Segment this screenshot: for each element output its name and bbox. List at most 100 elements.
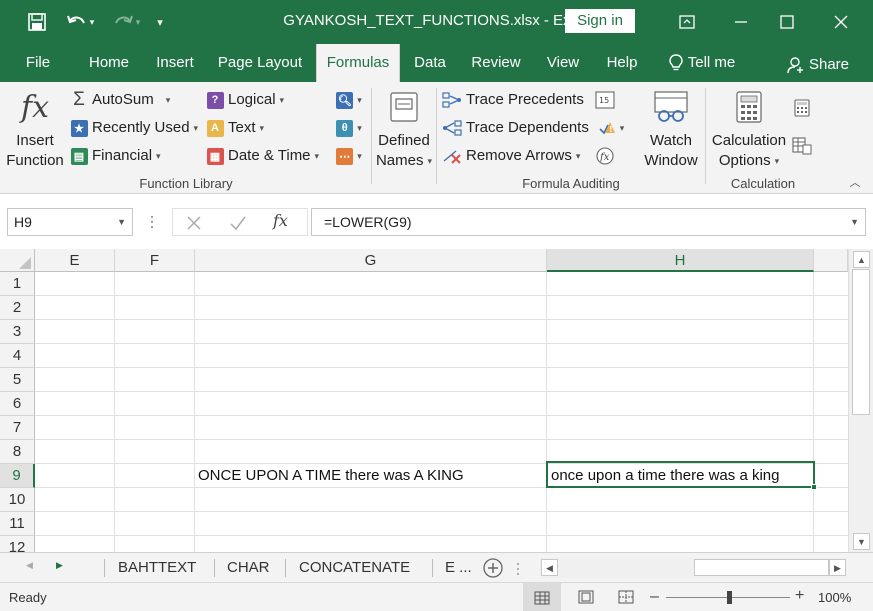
select-all-corner[interactable]	[0, 249, 35, 272]
sheet-tab-bahttext[interactable]: BAHTTEXT	[118, 556, 196, 580]
row-header-7[interactable]: 7	[0, 416, 35, 440]
minimize-icon[interactable]	[718, 0, 764, 44]
cell-g9[interactable]: ONCE UPON A TIME there was A KING	[198, 464, 464, 488]
vertical-scroll-thumb[interactable]	[852, 269, 870, 415]
scroll-down-icon[interactable]: ▼	[853, 533, 870, 550]
page-break-preview-icon[interactable]	[618, 590, 634, 604]
previous-sheet-icon[interactable]: ◀	[26, 560, 33, 571]
tab-review[interactable]: Review	[464, 44, 528, 82]
scroll-right-icon[interactable]: ▶	[829, 559, 846, 576]
row-header-6[interactable]: 6	[0, 392, 35, 416]
column-header-i[interactable]	[814, 249, 848, 272]
insert-function-fx-icon[interactable]: fx	[273, 211, 299, 233]
undo-icon[interactable]: ▾	[60, 9, 100, 35]
row-header-9[interactable]: 9	[0, 464, 35, 488]
financial-button[interactable]: ▤ Financial ▾	[70, 146, 180, 168]
trace-dependents-label: Trace Dependents	[466, 119, 589, 136]
horizontal-scroll-thumb[interactable]	[694, 559, 829, 576]
date-time-button[interactable]: ▦ Date & Time ▾	[206, 146, 326, 168]
insert-function-label-2: Function	[6, 152, 64, 169]
tab-view[interactable]: View	[538, 44, 588, 82]
column-header-g[interactable]: G	[195, 249, 547, 272]
gridline	[35, 391, 848, 392]
sheet-tab-concatenate[interactable]: CONCATENATE	[299, 556, 410, 580]
evaluate-formula-icon[interactable]: fx	[594, 146, 616, 166]
formula-input[interactable]: =LOWER(G9) ▼	[311, 208, 866, 236]
tab-help[interactable]: Help	[598, 44, 646, 82]
autosum-button[interactable]: Σ AutoSum ▾	[70, 89, 180, 112]
trace-dependents-button[interactable]: Trace Dependents	[442, 118, 592, 140]
trace-precedents-label: Trace Precedents	[466, 91, 584, 108]
vertical-scrollbar[interactable]: ▲ ▼	[848, 249, 873, 552]
share-button[interactable]: Share	[784, 46, 852, 84]
tab-page-layout[interactable]: Page Layout	[212, 44, 308, 82]
row-header-12[interactable]: 12	[0, 536, 35, 552]
tab-home[interactable]: Home	[80, 44, 138, 82]
new-sheet-icon[interactable]	[482, 557, 504, 579]
zoom-out-icon[interactable]: –	[650, 588, 659, 606]
zoom-in-icon[interactable]: +	[795, 587, 804, 605]
text-functions-button[interactable]: A Text ▾	[206, 118, 286, 140]
enter-checkmark-icon[interactable]	[229, 214, 247, 232]
error-checking-icon[interactable]: ! ▾	[594, 118, 628, 138]
column-header-h[interactable]: H	[547, 249, 814, 272]
normal-view-icon[interactable]	[523, 583, 561, 611]
trace-precedents-button[interactable]: Trace Precedents	[442, 90, 592, 112]
watch-window-button[interactable]: Watch Window	[640, 86, 702, 170]
expand-formula-bar-icon[interactable]: ▼	[850, 209, 859, 235]
formula-bar-grip-icon[interactable]	[150, 213, 154, 231]
insert-function-button[interactable]: fx Insert Function	[4, 86, 66, 170]
tab-insert[interactable]: Insert	[148, 44, 202, 82]
horizontal-scrollbar[interactable]: ◀ ▶	[540, 558, 847, 578]
tab-file[interactable]: File	[12, 44, 64, 82]
row-header-5[interactable]: 5	[0, 368, 35, 392]
close-icon[interactable]	[818, 0, 864, 44]
row-header-11[interactable]: 11	[0, 512, 35, 536]
next-sheet-icon[interactable]: ▶	[56, 560, 63, 571]
tell-me-box[interactable]: Tell me	[660, 44, 744, 82]
calculate-now-icon[interactable]	[792, 98, 812, 118]
column-header-f[interactable]: F	[115, 249, 195, 272]
row-header-4[interactable]: 4	[0, 344, 35, 368]
scroll-left-icon[interactable]: ◀	[541, 559, 558, 576]
tab-split-grip-icon[interactable]	[516, 561, 520, 577]
tab-formulas[interactable]: Formulas	[316, 44, 400, 82]
remove-arrows-button[interactable]: Remove Arrows ▾	[442, 146, 592, 168]
zoom-slider-thumb[interactable]	[727, 591, 732, 604]
ribbon-display-options-icon[interactable]	[664, 0, 710, 44]
sheet-tab-char[interactable]: CHAR	[227, 556, 270, 580]
row-header-2[interactable]: 2	[0, 296, 35, 320]
defined-names-button[interactable]: Defined Names ▾	[374, 86, 434, 170]
name-box[interactable]: H9 ▼	[7, 208, 133, 236]
active-cell-border	[546, 461, 817, 490]
sheet-tab-more[interactable]: E ...	[445, 556, 472, 580]
tab-data[interactable]: Data	[406, 44, 454, 82]
calculation-options-button[interactable]: Calculation Options ▾	[708, 86, 790, 170]
show-formulas-icon[interactable]: 15	[594, 90, 616, 110]
math-trig-icon[interactable]: θ ▾	[334, 118, 364, 138]
customize-toolbar-icon[interactable]: ▾	[150, 9, 170, 35]
zoom-level[interactable]: 100%	[818, 590, 851, 605]
row-header-10[interactable]: 10	[0, 488, 35, 512]
row-header-8[interactable]: 8	[0, 440, 35, 464]
fill-handle[interactable]	[811, 484, 817, 490]
collapse-ribbon-icon[interactable]: ︿	[846, 174, 864, 190]
row-header-1[interactable]: 1	[0, 272, 35, 296]
redo-icon[interactable]: ▾	[106, 9, 146, 35]
more-functions-icon[interactable]: ⋯ ▾	[334, 146, 364, 166]
calculate-sheet-icon[interactable]	[792, 136, 812, 156]
ribbon-separator	[436, 88, 437, 184]
recently-used-button[interactable]: ★ Recently Used ▾	[70, 118, 198, 140]
worksheet-grid[interactable]: E F G H 1 2 3 4 5 6 7 8 9 10 11 12 ONCE …	[0, 249, 848, 552]
save-icon[interactable]	[24, 9, 50, 35]
scroll-up-icon[interactable]: ▲	[853, 251, 870, 268]
column-header-e[interactable]: E	[35, 249, 115, 272]
window-title: GYANKOSH_TEXT_FUNCTIONS.xlsx - Excel	[283, 12, 590, 29]
row-header-3[interactable]: 3	[0, 320, 35, 344]
lookup-reference-icon[interactable]: 🔍︎ ▾	[334, 90, 364, 110]
page-layout-view-icon[interactable]	[578, 590, 594, 604]
logical-button[interactable]: ? Logical ▾	[206, 90, 296, 112]
cancel-icon[interactable]	[185, 214, 203, 232]
sign-in-button[interactable]: Sign in	[565, 9, 635, 33]
maximize-icon[interactable]	[764, 0, 810, 44]
